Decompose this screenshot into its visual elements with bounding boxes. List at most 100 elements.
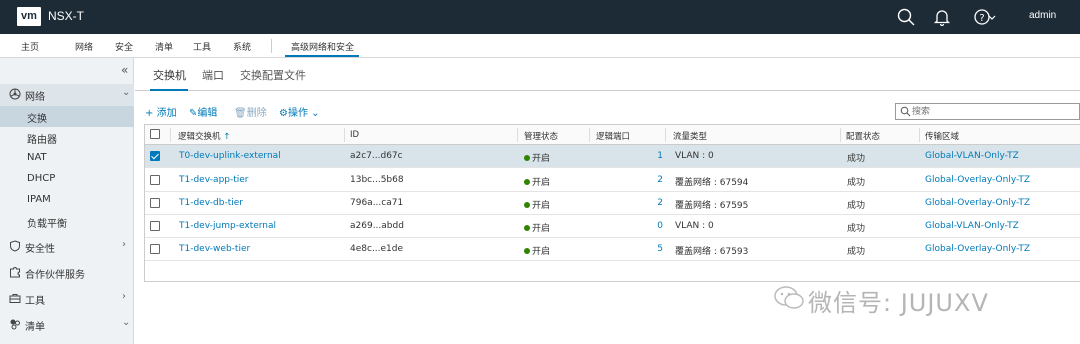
transport-zone-link[interactable]: Global-VLAN-Only-TZ bbox=[925, 151, 1019, 161]
admin-state: 开启 bbox=[524, 221, 550, 234]
transport-zone-link[interactable]: Global-Overlay-Only-TZ bbox=[925, 175, 1030, 185]
nav-security[interactable]: 安全 bbox=[115, 40, 133, 53]
column-header-label: 逻辑交换机 bbox=[178, 132, 221, 142]
top-header: vm NSX-T ? admin bbox=[0, 0, 1080, 34]
sidebar-group-label: 合作伙伴服务 bbox=[25, 270, 85, 281]
tab-ports[interactable]: 端口 bbox=[202, 67, 224, 83]
chevron-right-icon: › bbox=[122, 239, 126, 250]
port-count-link[interactable]: 1 bbox=[643, 151, 663, 161]
status-up-icon bbox=[524, 225, 530, 231]
config-status: 成功 bbox=[847, 224, 866, 234]
row-checkbox[interactable] bbox=[150, 221, 160, 231]
tab-switching-profiles[interactable]: 交换配置文件 bbox=[240, 67, 306, 83]
nav-networking[interactable]: 网络 bbox=[75, 40, 93, 53]
sidebar-group-security[interactable]: 安全性 › bbox=[0, 236, 134, 258]
admin-state-label: 开启 bbox=[532, 154, 551, 164]
port-count-link[interactable]: 2 bbox=[643, 175, 663, 185]
search-box[interactable] bbox=[895, 103, 1080, 120]
status-up-icon bbox=[524, 179, 530, 185]
column-header-config-status[interactable]: 配置状态 bbox=[846, 130, 880, 142]
switch-name-link[interactable]: T1-dev-db-tier bbox=[179, 198, 243, 208]
port-count-link[interactable]: 0 bbox=[643, 221, 663, 231]
collapse-sidebar-button[interactable]: « bbox=[121, 63, 128, 77]
column-separator bbox=[344, 128, 345, 142]
nav-home[interactable]: 主页 bbox=[21, 40, 39, 53]
switch-name-link[interactable]: T1-dev-app-tier bbox=[179, 175, 249, 185]
traffic-type: 覆盖网络 : 67593 bbox=[675, 247, 749, 257]
row-checkbox[interactable] bbox=[150, 175, 160, 185]
sidebar-item-load-balancing[interactable]: 负载平衡 bbox=[0, 211, 134, 232]
admin-state-label: 开启 bbox=[532, 224, 551, 234]
column-header-ports[interactable]: 逻辑端口 bbox=[596, 130, 630, 142]
trash-icon: 🗑 bbox=[234, 108, 247, 119]
puzzle-icon bbox=[9, 266, 21, 278]
transport-zone-link[interactable]: Global-Overlay-Only-TZ bbox=[925, 198, 1030, 208]
switch-name-link[interactable]: T1-dev-jump-external bbox=[179, 221, 276, 231]
sidebar-item-switching[interactable]: 交换 bbox=[0, 106, 134, 127]
admin-state: 开启 bbox=[524, 151, 550, 164]
add-label: 添加 bbox=[156, 108, 177, 119]
tab-active-indicator bbox=[150, 89, 188, 91]
column-header-admin-state[interactable]: 管理状态 bbox=[524, 130, 558, 142]
row-checkbox[interactable] bbox=[150, 244, 160, 254]
sidebar-item-dhcp[interactable]: DHCP bbox=[0, 169, 134, 190]
sidebar-group-label: 网络 bbox=[25, 92, 45, 103]
column-separator bbox=[919, 128, 920, 142]
column-header-traffic-type[interactable]: 流量类型 bbox=[673, 130, 707, 142]
sidebar-item-label: DHCP bbox=[27, 173, 56, 184]
nav-system[interactable]: 系统 bbox=[233, 40, 251, 53]
sidebar-group-partner-services[interactable]: 合作伙伴服务 bbox=[0, 262, 134, 284]
traffic-type: 覆盖网络 : 67594 bbox=[675, 178, 749, 188]
column-header-id[interactable]: ID bbox=[350, 130, 359, 140]
column-separator bbox=[517, 128, 518, 142]
table-row[interactable]: T1-dev-db-tier 796a...ca71 开启 2 覆盖网络 : 6… bbox=[145, 192, 1080, 215]
plus-icon: + bbox=[145, 108, 154, 119]
nav-advanced[interactable]: 高级网络和安全 bbox=[291, 40, 354, 53]
table-row[interactable]: T1-dev-web-tier 4e8c...e1de 开启 5 覆盖网络 : … bbox=[145, 238, 1080, 261]
switch-name-link[interactable]: T1-dev-web-tier bbox=[179, 244, 250, 254]
user-menu[interactable]: admin bbox=[1029, 10, 1056, 21]
table-row[interactable]: T1-dev-jump-external a269...abdd 开启 0 VL… bbox=[145, 215, 1080, 238]
search-input[interactable] bbox=[912, 105, 1072, 118]
row-checkbox[interactable] bbox=[150, 198, 160, 208]
sidebar-group-tools[interactable]: 工具 › bbox=[0, 288, 134, 310]
port-count-link[interactable]: 5 bbox=[643, 244, 663, 254]
main-nav: 主页 网络 安全 清单 工具 系统 高级网络和安全 bbox=[0, 34, 1080, 58]
nav-inventory[interactable]: 清单 bbox=[155, 40, 173, 53]
actions-button[interactable]: ⚙操作 ⌄ bbox=[279, 104, 320, 119]
sidebar-group-label: 安全性 bbox=[25, 244, 55, 255]
bell-icon[interactable] bbox=[932, 7, 952, 27]
sidebar-group-inventory[interactable]: 清单 ⌄ bbox=[0, 314, 134, 336]
tab-switches[interactable]: 交换机 bbox=[153, 67, 186, 83]
nav-divider bbox=[271, 39, 272, 53]
port-count-link[interactable]: 2 bbox=[643, 198, 663, 208]
sidebar-item-label: 路由器 bbox=[27, 135, 57, 146]
switch-id: a2c7...d67c bbox=[350, 151, 403, 161]
transport-zone-link[interactable]: Global-VLAN-Only-TZ bbox=[925, 221, 1019, 231]
table-row[interactable]: T1-dev-app-tier 13bc...5b68 开启 2 覆盖网络 : … bbox=[145, 169, 1080, 192]
nav-tools[interactable]: 工具 bbox=[193, 40, 211, 53]
column-separator bbox=[840, 128, 841, 142]
edit-button[interactable]: ✎编辑 bbox=[189, 104, 217, 119]
sidebar-group-network[interactable]: 网络 ⌄ bbox=[0, 84, 134, 106]
column-header-name[interactable]: 逻辑交换机 ↑ bbox=[178, 130, 230, 142]
search-icon bbox=[900, 106, 911, 117]
switch-id: 4e8c...e1de bbox=[350, 244, 404, 254]
sidebar-item-routers[interactable]: 路由器 bbox=[0, 127, 134, 148]
add-button[interactable]: + 添加 bbox=[145, 104, 177, 119]
admin-state: 开启 bbox=[524, 244, 550, 257]
chevron-down-icon[interactable] bbox=[987, 7, 997, 27]
table-header: 逻辑交换机 ↑ ID 管理状态 逻辑端口 流量类型 配置状态 传输区域 bbox=[145, 125, 1080, 145]
row-checkbox[interactable] bbox=[150, 151, 160, 161]
column-header-transport-zone[interactable]: 传输区域 bbox=[925, 130, 959, 142]
select-all-checkbox[interactable] bbox=[150, 129, 160, 139]
delete-button[interactable]: 🗑删除 bbox=[234, 104, 267, 119]
table-row[interactable]: T0-dev-uplink-external a2c7...d67c 开启 1 … bbox=[145, 145, 1080, 168]
switch-name-link[interactable]: T0-dev-uplink-external bbox=[179, 151, 281, 161]
sidebar-item-nat[interactable]: NAT bbox=[0, 148, 134, 169]
traffic-type: 覆盖网络 : 67595 bbox=[675, 201, 749, 211]
sidebar-item-ipam[interactable]: IPAM bbox=[0, 190, 134, 211]
transport-zone-link[interactable]: Global-Overlay-Only-TZ bbox=[925, 244, 1030, 254]
search-icon[interactable] bbox=[896, 7, 916, 27]
vmware-logo: vm bbox=[17, 7, 41, 26]
